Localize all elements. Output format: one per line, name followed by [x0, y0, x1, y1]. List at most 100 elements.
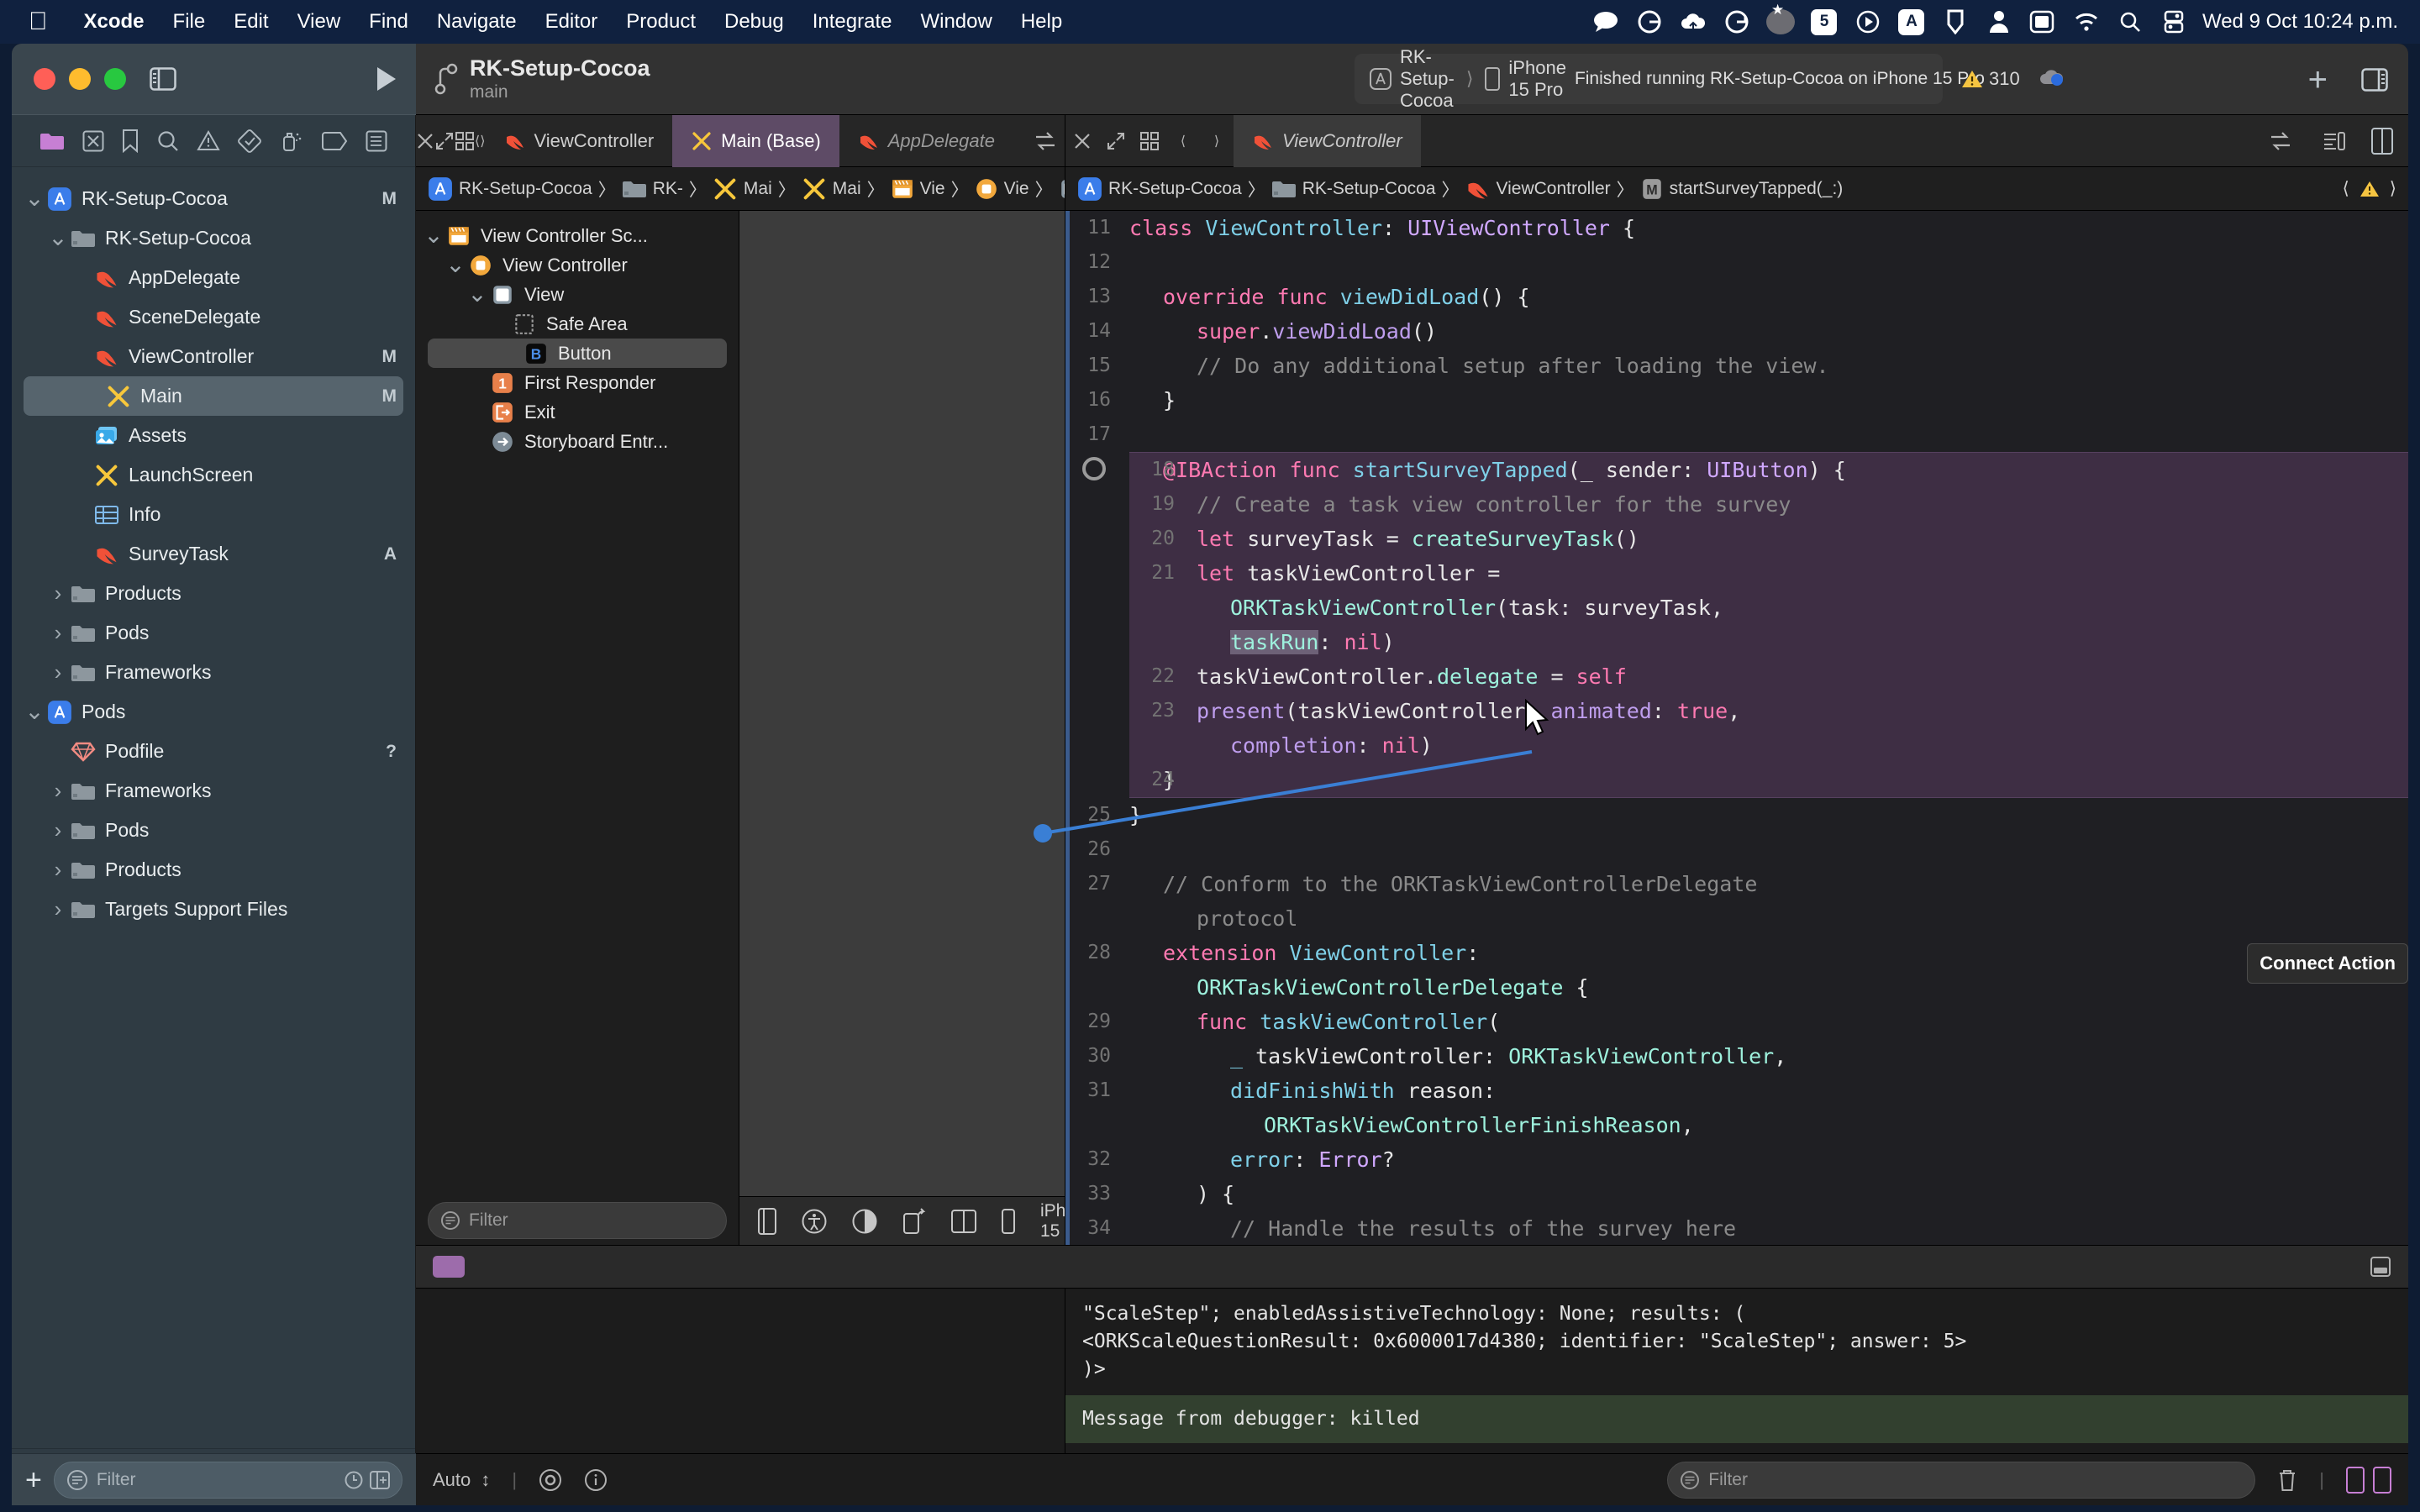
- minimize-window-button[interactable]: [69, 68, 91, 90]
- nav-item-assets[interactable]: Assets: [12, 416, 415, 455]
- accessibility-icon[interactable]: [802, 1209, 827, 1234]
- nav-item-products[interactable]: › Products: [12, 850, 415, 890]
- toggle-variables-view-icon[interactable]: [2346, 1466, 2365, 1494]
- console-layout-toggle-icon[interactable]: [2370, 1256, 2391, 1278]
- display-icon[interactable]: [2021, 10, 2065, 34]
- ib-tab-viewcontroller[interactable]: ViewController: [486, 115, 673, 167]
- nav-tab-test-icon[interactable]: [238, 129, 262, 153]
- close-editor-icon[interactable]: [1065, 132, 1099, 150]
- code-jumpbar-crumb-2[interactable]: ViewController: [1465, 176, 1611, 202]
- close-window-button[interactable]: [34, 68, 55, 90]
- chevron-right-icon[interactable]: ›: [47, 817, 69, 843]
- nav-item-products[interactable]: › Products: [12, 574, 415, 613]
- menu-item-xcode[interactable]: Xcode: [70, 10, 159, 34]
- search-icon[interactable]: [2108, 11, 2152, 33]
- jumpbar-crumb-4[interactable]: Vie: [891, 177, 945, 201]
- orientation-icon[interactable]: [902, 1207, 926, 1235]
- jumpbar-crumb-5[interactable]: Vie: [975, 177, 1029, 201]
- code-text-area[interactable]: 11 class ViewController: UIViewController…: [1065, 211, 2408, 1245]
- nav-tab-breakpoint-icon[interactable]: [321, 131, 348, 150]
- menu-item-debug[interactable]: Debug: [710, 10, 798, 34]
- outline-item-view-controller[interactable]: ⌄ View Controller: [416, 250, 739, 280]
- scheme-destination-pill[interactable]: RK-Setup-Cocoa ⟩ iPhone 15 Pro Finished …: [1355, 46, 1985, 111]
- chevron-down-icon[interactable]: ⌄: [47, 226, 69, 249]
- nav-tab-source-control-icon[interactable]: [82, 130, 104, 152]
- chevron-down-icon[interactable]: ⌄: [466, 282, 488, 306]
- add-editor-icon[interactable]: [2371, 127, 2393, 155]
- chevron-right-icon[interactable]: ›: [47, 659, 69, 685]
- menu-item-window[interactable]: Window: [906, 10, 1006, 34]
- bottom-navigator-filter-input[interactable]: Filter: [53, 1461, 402, 1499]
- outline-item-view[interactable]: ⌄ View: [416, 280, 739, 309]
- split-view-icon[interactable]: [951, 1209, 976, 1233]
- nav-item-launchscreen[interactable]: LaunchScreen: [12, 455, 415, 495]
- issue-warning-icon[interactable]: [2360, 180, 2380, 198]
- toggle-console-view-icon[interactable]: [2373, 1466, 2391, 1494]
- editor-options-icon[interactable]: [455, 131, 475, 151]
- chevron-right-icon[interactable]: ›: [47, 778, 69, 804]
- project-navigator-tree[interactable]: ⌄ RK-Setup-Cocoa M ⌄ RK-Setup-Cocoa AppDelega…: [12, 167, 415, 1448]
- nav-tab-bookmark-icon[interactable]: [122, 129, 139, 153]
- storyboard-canvas[interactable]: View Controller 1: [739, 211, 1065, 1245]
- related-items-icon[interactable]: [2264, 131, 2297, 151]
- close-editor-icon[interactable]: [416, 132, 434, 150]
- control-center-icon[interactable]: [2152, 10, 2196, 34]
- debug-session-tab-icon[interactable]: [433, 1256, 465, 1278]
- menu-item-edit[interactable]: Edit: [219, 10, 282, 34]
- nav-item-podfile[interactable]: Podfile?: [12, 732, 415, 771]
- outline-item-first-responder[interactable]: 1 First Responder: [416, 368, 739, 397]
- expand-editor-icon[interactable]: [434, 131, 455, 151]
- nav-item-surveytask[interactable]: SurveyTask A: [12, 534, 415, 574]
- console-filter-input[interactable]: Filter: [1667, 1461, 2256, 1499]
- jumpbar-crumb-6[interactable]: View: [1059, 177, 1065, 201]
- ib-tab-main-base[interactable]: Main (Base): [672, 114, 839, 167]
- right-sidebar-toggle-icon[interactable]: [2361, 67, 2388, 92]
- badge-5-icon[interactable]: 5: [1802, 8, 1846, 35]
- nav-item-pods[interactable]: › Pods: [12, 811, 415, 850]
- variable-info-icon[interactable]: [584, 1468, 608, 1492]
- run-button[interactable]: [374, 66, 397, 92]
- add-editor-button[interactable]: +: [2308, 63, 2328, 97]
- code-jumpbar-crumb-1[interactable]: RK-Setup-Cocoa: [1271, 178, 1436, 200]
- outline-item-view-controller-sc-[interactable]: ⌄ View Controller Sc...: [416, 221, 739, 250]
- document-outline-tree[interactable]: ⌄ View Controller Sc... ⌄ View Controller ⌄ V…: [416, 211, 739, 1196]
- menu-item-help[interactable]: Help: [1007, 10, 1076, 34]
- code-jump-bar[interactable]: RK-Setup-Cocoa 〉 RK-Setup-Cocoa 〉 ViewContro…: [1065, 167, 2408, 211]
- nav-item-main[interactable]: Main M: [24, 376, 403, 416]
- nav-item-pods[interactable]: ⌄ Pods: [12, 692, 415, 732]
- chevron-right-icon[interactable]: ›: [47, 580, 69, 606]
- chevron-right-icon[interactable]: ›: [47, 896, 69, 922]
- chevron-down-icon[interactable]: ⌄: [445, 253, 466, 276]
- outline-item-storyboard-entr-[interactable]: Storyboard Entr...: [416, 427, 739, 456]
- jumpbar-crumb-0[interactable]: RK-Setup-Cocoa: [428, 176, 592, 202]
- jumpbar-crumb-1[interactable]: RK-: [622, 178, 683, 200]
- code-jumpbar-crumb-3[interactable]: MstartSurveyTapped(_:): [1640, 177, 1843, 201]
- chevron-down-icon[interactable]: ⌄: [24, 700, 45, 723]
- nav-item-targets-support-files[interactable]: › Targets Support Files: [12, 890, 415, 929]
- nav-item-viewcontroller[interactable]: ViewController M: [12, 337, 415, 376]
- watch-expression-icon[interactable]: [539, 1468, 562, 1492]
- wifi-icon[interactable]: [2065, 12, 2108, 32]
- menu-item-integrate[interactable]: Integrate: [798, 10, 907, 34]
- nav-tab-debug-icon[interactable]: [280, 129, 303, 153]
- editor-options-icon[interactable]: [1133, 131, 1166, 151]
- nav-item-rk-setup-cocoa[interactable]: ⌄ RK-Setup-Cocoa: [12, 218, 415, 258]
- nav-item-appdelegate[interactable]: AppDelegate: [12, 258, 415, 297]
- apple-logo-icon[interactable]: : [29, 9, 48, 34]
- messages-icon[interactable]: [1584, 11, 1628, 33]
- canvas-device-label[interactable]: iPhone 15 Pro: [1040, 1201, 1065, 1242]
- person-icon[interactable]: [1977, 10, 2021, 34]
- jumpbar-crumb-3[interactable]: Mai: [802, 176, 861, 202]
- nav-item-info[interactable]: Info: [12, 495, 415, 534]
- nav-item-pods[interactable]: › Pods: [12, 613, 415, 653]
- chevron-right-icon[interactable]: ›: [47, 620, 69, 646]
- user-oval-icon[interactable]: [1759, 2, 1802, 34]
- clear-console-icon[interactable]: [2277, 1468, 2297, 1492]
- left-sidebar-toggle-icon[interactable]: [150, 67, 176, 91]
- nav-tab-report-icon[interactable]: [366, 130, 387, 152]
- zoom-window-button[interactable]: [104, 68, 126, 90]
- menu-item-file[interactable]: File: [159, 10, 220, 34]
- project-title-block[interactable]: RK-Setup-Cocoa main: [434, 55, 650, 102]
- navigate-back-icon[interactable]: ⟨: [1166, 133, 1200, 150]
- menu-item-product[interactable]: Product: [612, 10, 710, 34]
